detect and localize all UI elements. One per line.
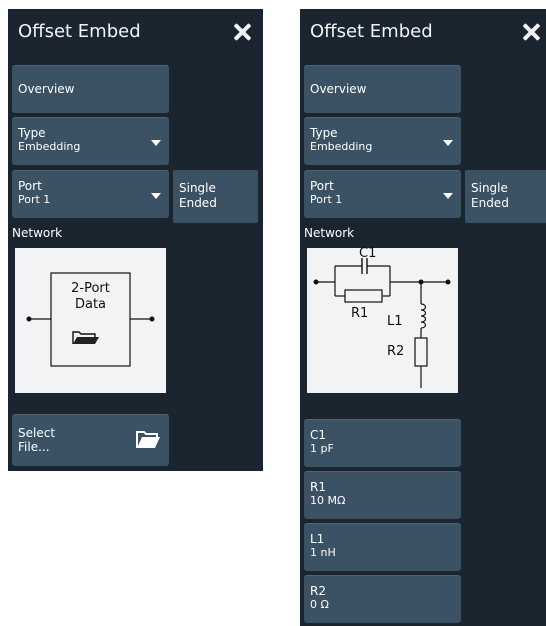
side-label-1: Single — [471, 181, 508, 195]
button-column: Overview Type Embedding Port Port 1 Netw… — [300, 57, 465, 626]
side-label-2: Ended — [179, 196, 217, 210]
circuit-diagram — [313, 258, 451, 388]
2port-data-diagram — [26, 272, 155, 367]
panel-header: Offset Embed — [8, 9, 263, 57]
diagram-label-data: Data — [74, 297, 107, 312]
label-c1: C1 — [359, 246, 377, 261]
panel-title: Offset Embed — [18, 21, 141, 42]
overview-label: Overview — [310, 82, 367, 96]
port-dropdown[interactable]: Port Port 1 — [12, 170, 169, 218]
port-value: Port 1 — [310, 193, 343, 206]
label-l1: L1 — [387, 314, 403, 329]
param-name: R1 — [310, 480, 326, 494]
param-value: 10 MΩ — [310, 494, 346, 507]
type-label: Type — [18, 126, 46, 140]
close-icon[interactable] — [229, 18, 257, 46]
type-value: Embedding — [310, 140, 373, 153]
param-value: 0 Ω — [310, 598, 329, 611]
side-label-2: Ended — [471, 196, 509, 210]
panel-title: Offset Embed — [310, 21, 433, 42]
select-file-label-1: Select — [18, 426, 56, 440]
select-file-label-2: File... — [18, 440, 50, 454]
param-value: 1 nH — [310, 546, 336, 559]
label-r2: R2 — [387, 344, 405, 359]
dropdown-arrow-icon — [151, 140, 161, 146]
side-label-1: Single — [179, 181, 216, 195]
network-label: Network — [12, 226, 63, 240]
network-diagram-2port[interactable]: 2-Port Data — [15, 248, 166, 393]
folder-open-icon — [136, 431, 160, 448]
overview-button[interactable]: Overview — [304, 65, 461, 113]
param-name: L1 — [310, 532, 325, 546]
select-file-button[interactable]: Select File... — [12, 414, 169, 466]
param-r2-button[interactable]: R2 0 Ω — [304, 575, 461, 623]
overview-button[interactable]: Overview — [12, 65, 169, 113]
network-label: Network — [304, 226, 355, 240]
param-name: R2 — [310, 584, 326, 598]
network-circuit-diagram[interactable]: C1 R1 L1 R2 — [307, 246, 458, 393]
port-value: Port 1 — [18, 193, 51, 206]
type-dropdown[interactable]: Type Embedding — [12, 117, 169, 165]
param-r1-button[interactable]: R1 10 MΩ — [304, 471, 461, 519]
close-icon[interactable] — [518, 18, 546, 46]
param-value: 1 pF — [310, 442, 334, 455]
panel-header: Offset Embed — [300, 9, 546, 57]
type-value: Embedding — [18, 140, 81, 153]
label-r1: R1 — [351, 306, 369, 321]
offset-embed-panel-right: Offset Embed Overview Type Embedding Por… — [300, 9, 546, 626]
dropdown-arrow-icon — [151, 193, 161, 199]
single-ended-button[interactable]: Single Ended — [173, 170, 258, 223]
param-name: C1 — [310, 428, 327, 442]
param-c1-button[interactable]: C1 1 pF — [304, 419, 461, 467]
param-l1-button[interactable]: L1 1 nH — [304, 523, 461, 571]
port-dropdown[interactable]: Port Port 1 — [304, 170, 461, 218]
single-ended-button[interactable]: Single Ended — [465, 170, 546, 223]
port-label: Port — [310, 179, 334, 193]
button-column: Overview Type Embedding Port Port 1 Netw… — [8, 57, 173, 471]
type-dropdown[interactable]: Type Embedding — [304, 117, 461, 165]
dropdown-arrow-icon — [443, 193, 453, 199]
port-label: Port — [18, 179, 42, 193]
type-label: Type — [310, 126, 338, 140]
dropdown-arrow-icon — [443, 140, 453, 146]
overview-label: Overview — [18, 82, 75, 96]
offset-embed-panel-left: Offset Embed Overview Type Embedding Por… — [8, 9, 263, 471]
diagram-label-2port: 2-Port — [71, 281, 110, 296]
